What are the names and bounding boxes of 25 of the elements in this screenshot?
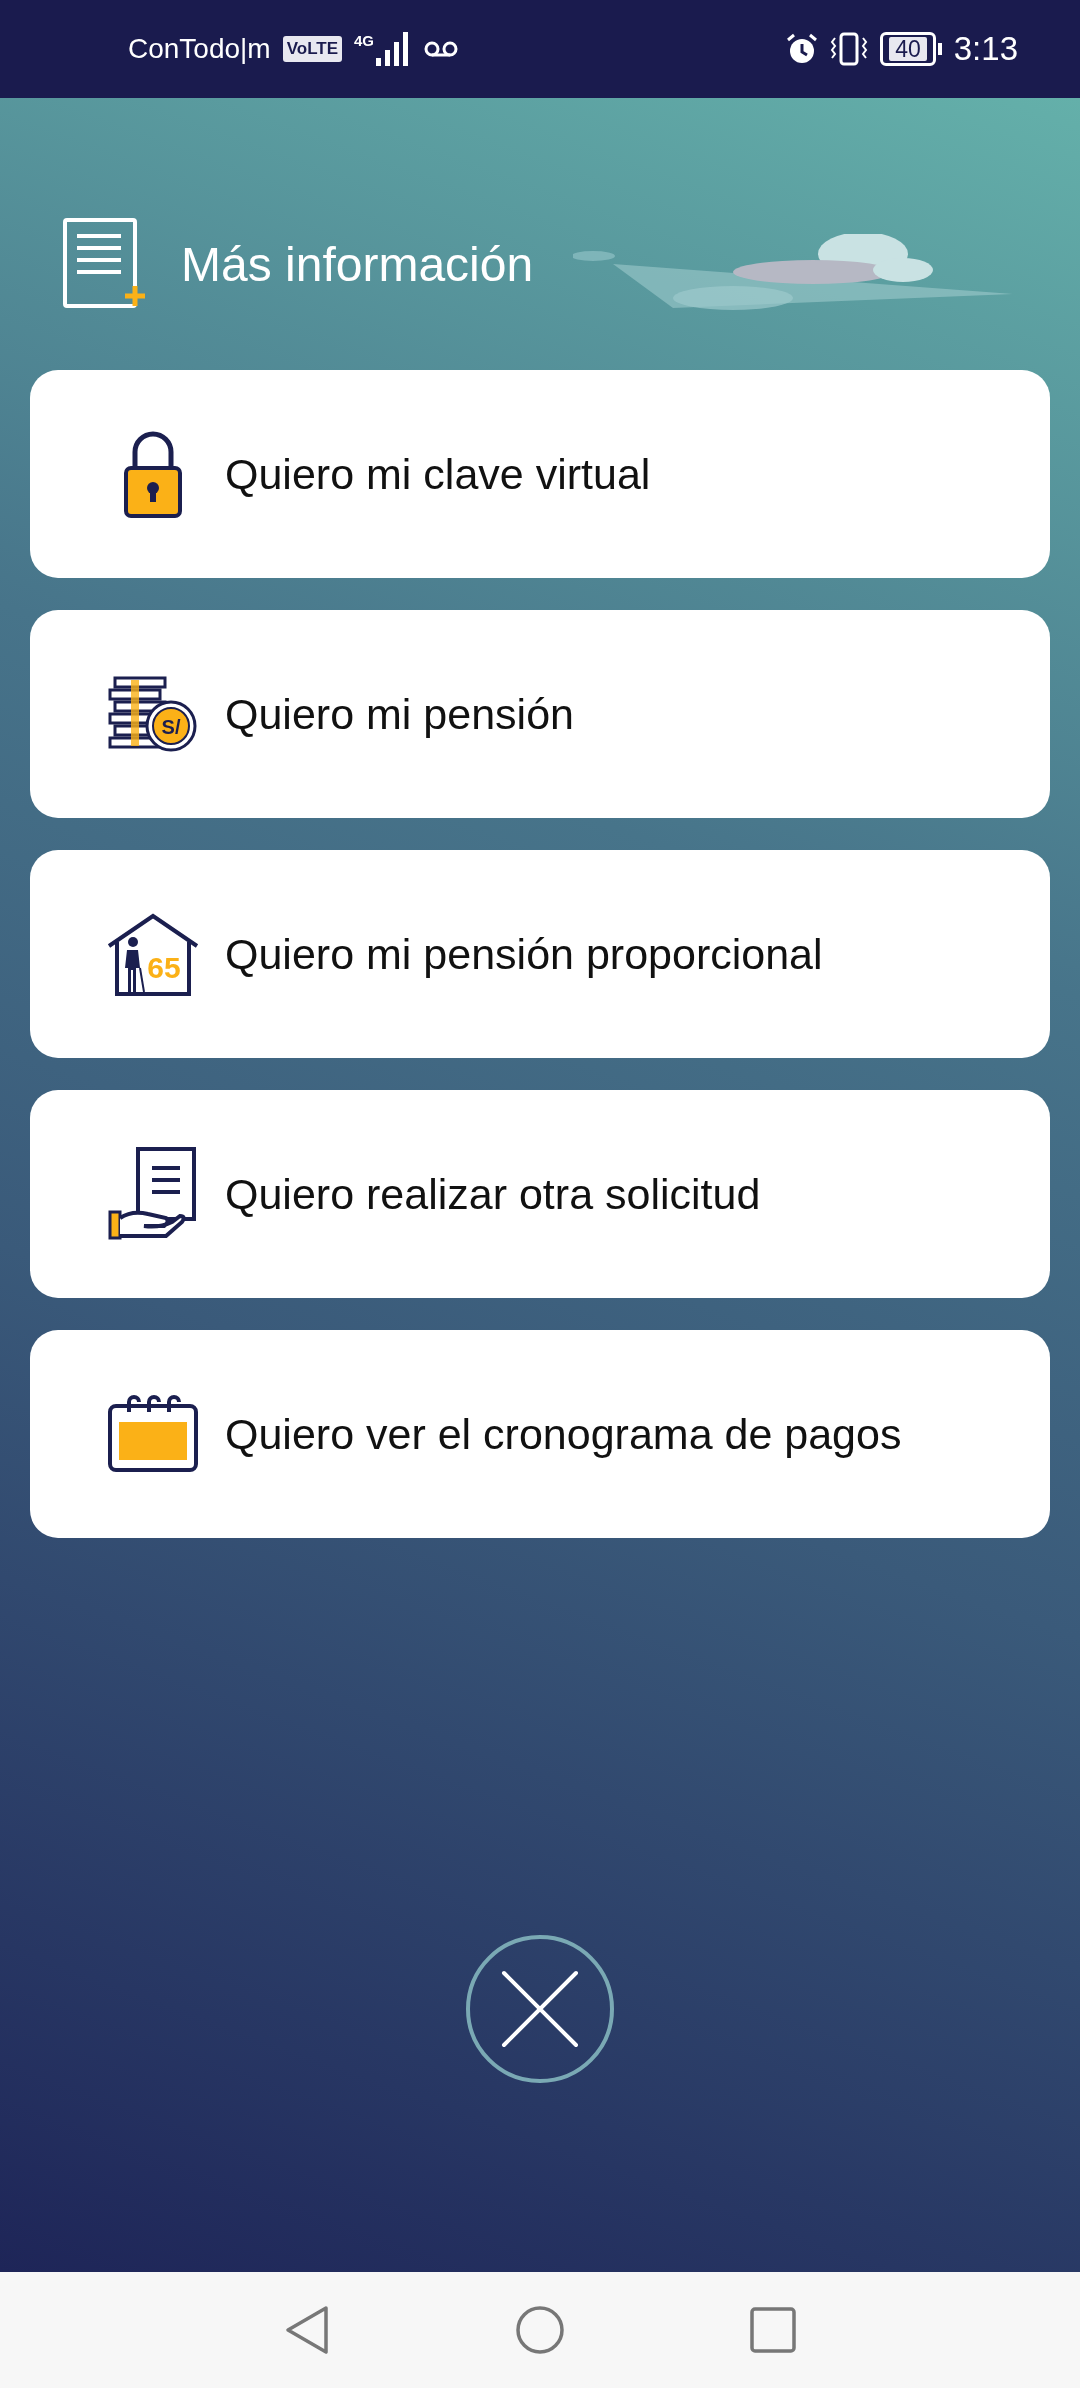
option-card[interactable]: Quiero mi clave virtual xyxy=(30,370,1050,578)
back-icon[interactable] xyxy=(284,2305,330,2355)
carrier-name: ConTodo|m xyxy=(128,33,271,65)
hand-document-icon xyxy=(107,1146,198,1242)
option-label: Quiero realizar otra solicitud xyxy=(225,1169,761,1219)
clock-time: 3:13 xyxy=(953,30,1018,68)
volte-badge: VoLTE xyxy=(282,36,342,62)
calendar-icon xyxy=(106,1394,199,1474)
section-title: Más información xyxy=(181,236,534,292)
alarm-icon xyxy=(786,33,819,65)
option-card[interactable]: Quiero ver el cronograma de pagos xyxy=(30,1330,1050,1538)
option-card[interactable]: S/ Quiero mi pensión xyxy=(30,610,1050,818)
home-icon[interactable] xyxy=(515,2305,565,2355)
document-plus-icon xyxy=(63,218,147,310)
vibrate-icon xyxy=(830,32,869,66)
close-button[interactable] xyxy=(465,1934,615,2084)
recents-icon[interactable] xyxy=(750,2307,796,2353)
option-label: Quiero mi clave virtual xyxy=(225,449,651,499)
option-label: Quiero mi pensión proporcional xyxy=(225,929,823,979)
option-label: Quiero mi pensión xyxy=(225,689,574,739)
voicemail-icon xyxy=(424,40,458,58)
option-card[interactable]: 65 Quiero mi pensión proporcional xyxy=(30,850,1050,1058)
option-label: Quiero ver el cronograma de pagos xyxy=(225,1409,902,1459)
network-type: 4G xyxy=(354,32,374,49)
option-card[interactable]: Quiero realizar otra solicitud xyxy=(30,1090,1050,1298)
